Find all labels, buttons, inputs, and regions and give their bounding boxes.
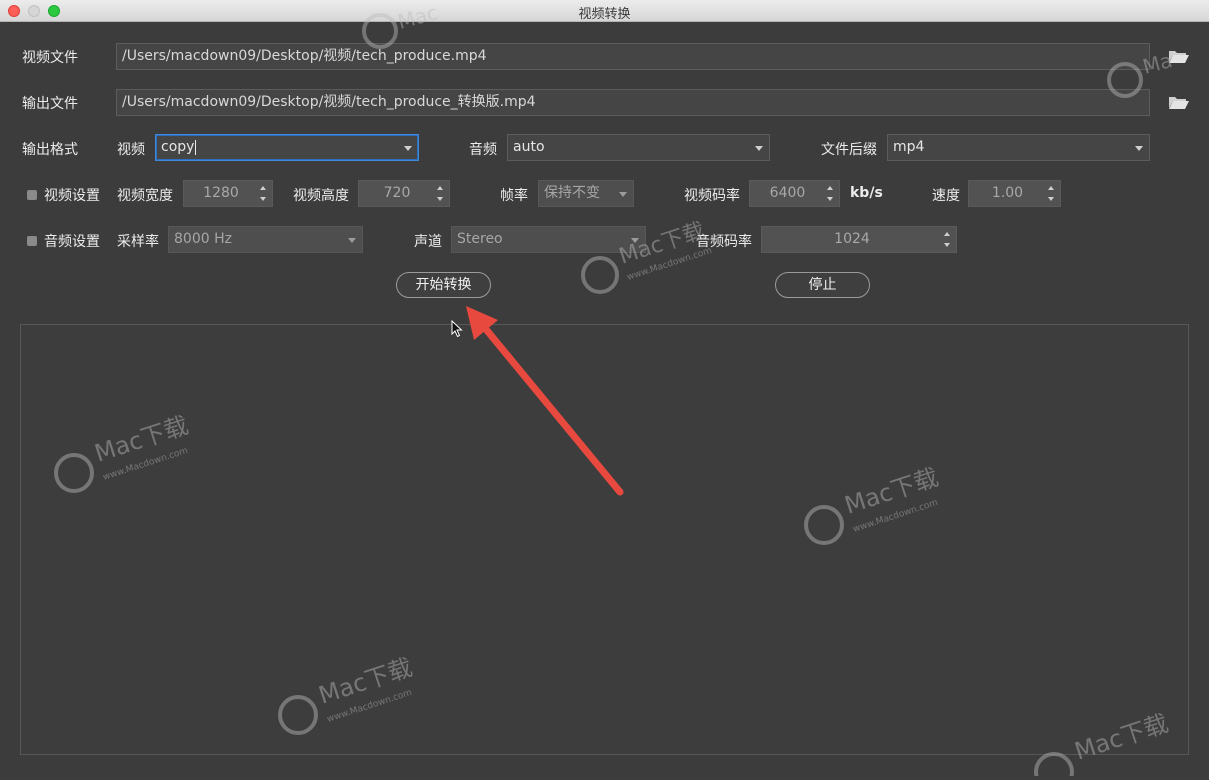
file-suffix-value: mp4 bbox=[893, 139, 925, 155]
red-arrow-annotation-icon bbox=[466, 306, 624, 496]
output-format-label: 输出格式 bbox=[22, 142, 78, 158]
video-settings-checkbox[interactable] bbox=[27, 190, 37, 200]
window-title: 视频转换 bbox=[578, 7, 631, 22]
video-height-label: 视频高度 bbox=[293, 188, 349, 204]
video-bitrate-unit: kb/s bbox=[850, 185, 883, 201]
audio-settings-label: 音频设置 bbox=[44, 234, 100, 250]
channel-value: Stereo bbox=[457, 231, 503, 247]
output-file-label: 输出文件 bbox=[22, 96, 78, 112]
watermark-logo: Mac下载 bbox=[1030, 700, 1209, 780]
stepper-arrows-icon[interactable] bbox=[437, 185, 445, 202]
start-convert-button[interactable]: 开始转换 bbox=[396, 272, 491, 298]
frame-rate-value: 保持不变 bbox=[544, 185, 600, 201]
watermark-logo: Mac下载 www.Macdown.com bbox=[578, 200, 788, 304]
video-width-label: 视频宽度 bbox=[117, 188, 173, 204]
video-codec-label: 视频 bbox=[117, 142, 145, 158]
chevron-down-icon bbox=[348, 238, 356, 243]
video-codec-combo[interactable]: copy bbox=[155, 134, 419, 161]
file-suffix-combo[interactable]: mp4 bbox=[887, 134, 1150, 161]
output-file-field[interactable]: /Users/macdown09/Desktop/视频/tech_produce… bbox=[116, 89, 1150, 116]
speed-spinner[interactable]: 1.00 bbox=[968, 180, 1061, 207]
video-width-spinner[interactable]: 1280 bbox=[183, 180, 273, 207]
mouse-pointer-icon bbox=[451, 320, 463, 338]
input-file-field[interactable]: /Users/macdown09/Desktop/视频/tech_produce… bbox=[116, 43, 1150, 70]
stepper-arrows-icon[interactable] bbox=[827, 185, 835, 202]
stepper-arrows-icon[interactable] bbox=[944, 231, 952, 248]
watermark-logo: Mac下载 www.Macdown.com bbox=[800, 450, 1020, 554]
audio-codec-combo[interactable]: auto bbox=[507, 134, 770, 161]
stop-button[interactable]: 停止 bbox=[775, 272, 870, 298]
speed-value: 1.00 bbox=[991, 185, 1024, 201]
video-bitrate-value: 6400 bbox=[769, 185, 806, 201]
video-height-spinner[interactable]: 720 bbox=[358, 180, 450, 207]
audio-bitrate-value: 1024 bbox=[834, 231, 870, 247]
file-suffix-label: 文件后缀 bbox=[821, 142, 877, 158]
audio-codec-value: auto bbox=[513, 139, 545, 155]
title-bar: 视频转换 bbox=[0, 0, 1209, 22]
chevron-down-icon bbox=[1135, 146, 1143, 151]
speed-label: 速度 bbox=[932, 188, 960, 204]
audio-bitrate-spinner[interactable]: 1024 bbox=[761, 226, 957, 253]
watermark-logo: Mac bbox=[360, 0, 480, 55]
video-height-value: 720 bbox=[383, 185, 411, 201]
svg-text:Mac下载: Mac下载 bbox=[1071, 709, 1172, 765]
channel-label: 声道 bbox=[414, 234, 442, 250]
sample-rate-label: 采样率 bbox=[117, 234, 159, 250]
watermark-logo: Mac下载 www.Macdown.com bbox=[50, 398, 270, 502]
input-file-label: 视频文件 bbox=[22, 50, 78, 66]
text-caret bbox=[195, 139, 197, 155]
sample-rate-value: 8000 Hz bbox=[174, 231, 232, 247]
stepper-arrows-icon[interactable] bbox=[1048, 185, 1056, 202]
video-settings-label: 视频设置 bbox=[44, 188, 100, 204]
video-width-value: 1280 bbox=[203, 185, 239, 201]
stepper-arrows-icon[interactable] bbox=[260, 185, 268, 202]
sample-rate-combo[interactable]: 8000 Hz bbox=[168, 226, 363, 253]
chevron-down-icon bbox=[755, 146, 763, 151]
svg-text:Ma: Ma bbox=[1140, 48, 1175, 79]
chevron-down-icon bbox=[404, 146, 412, 151]
chevron-down-icon bbox=[619, 192, 627, 197]
svg-text:Mac: Mac bbox=[395, 5, 440, 34]
audio-settings-checkbox[interactable] bbox=[27, 236, 37, 246]
audio-codec-label: 音频 bbox=[469, 142, 497, 158]
watermark-logo: Mac下载 www.Macdown.com bbox=[274, 640, 494, 744]
frame-rate-label: 帧率 bbox=[500, 188, 528, 204]
watermark-logo: Ma bbox=[1105, 48, 1209, 106]
video-codec-value: copy bbox=[161, 139, 195, 155]
